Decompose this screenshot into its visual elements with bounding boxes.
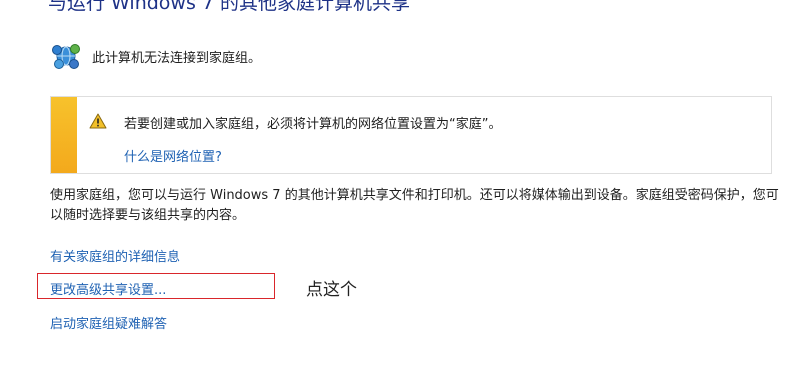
homegroup-troubleshoot-link[interactable]: 启动家庭组疑难解答 <box>50 313 167 332</box>
warning-accent-stripe <box>51 97 77 173</box>
homegroup-description: 使用家庭组，您可以与运行 Windows 7 的其他计算机共享文件和打印机。还可… <box>50 188 779 223</box>
homegroup-icon <box>50 40 82 72</box>
status-message: 此计算机无法连接到家庭组。 <box>92 50 262 66</box>
what-is-network-location-link[interactable]: 什么是网络位置? <box>124 146 222 165</box>
annotation-note: 点这个 <box>306 280 357 300</box>
homegroup-status: 此计算机无法连接到家庭组。 <box>50 40 261 72</box>
warning-triangle-icon <box>89 113 107 129</box>
homegroup-details-link[interactable]: 有关家庭组的详细信息 <box>50 246 180 265</box>
warning-message: 若要创建或加入家庭组，必须将计算机的网络位置设置为“家庭”。 <box>124 117 502 132</box>
network-location-warning: 若要创建或加入家庭组，必须将计算机的网络位置设置为“家庭”。 什么是网络位置? <box>50 96 772 174</box>
page-title: 与运行 Windows 7 的其他家庭计算机共享 <box>48 0 411 14</box>
annotation-highlight-box <box>37 273 275 299</box>
